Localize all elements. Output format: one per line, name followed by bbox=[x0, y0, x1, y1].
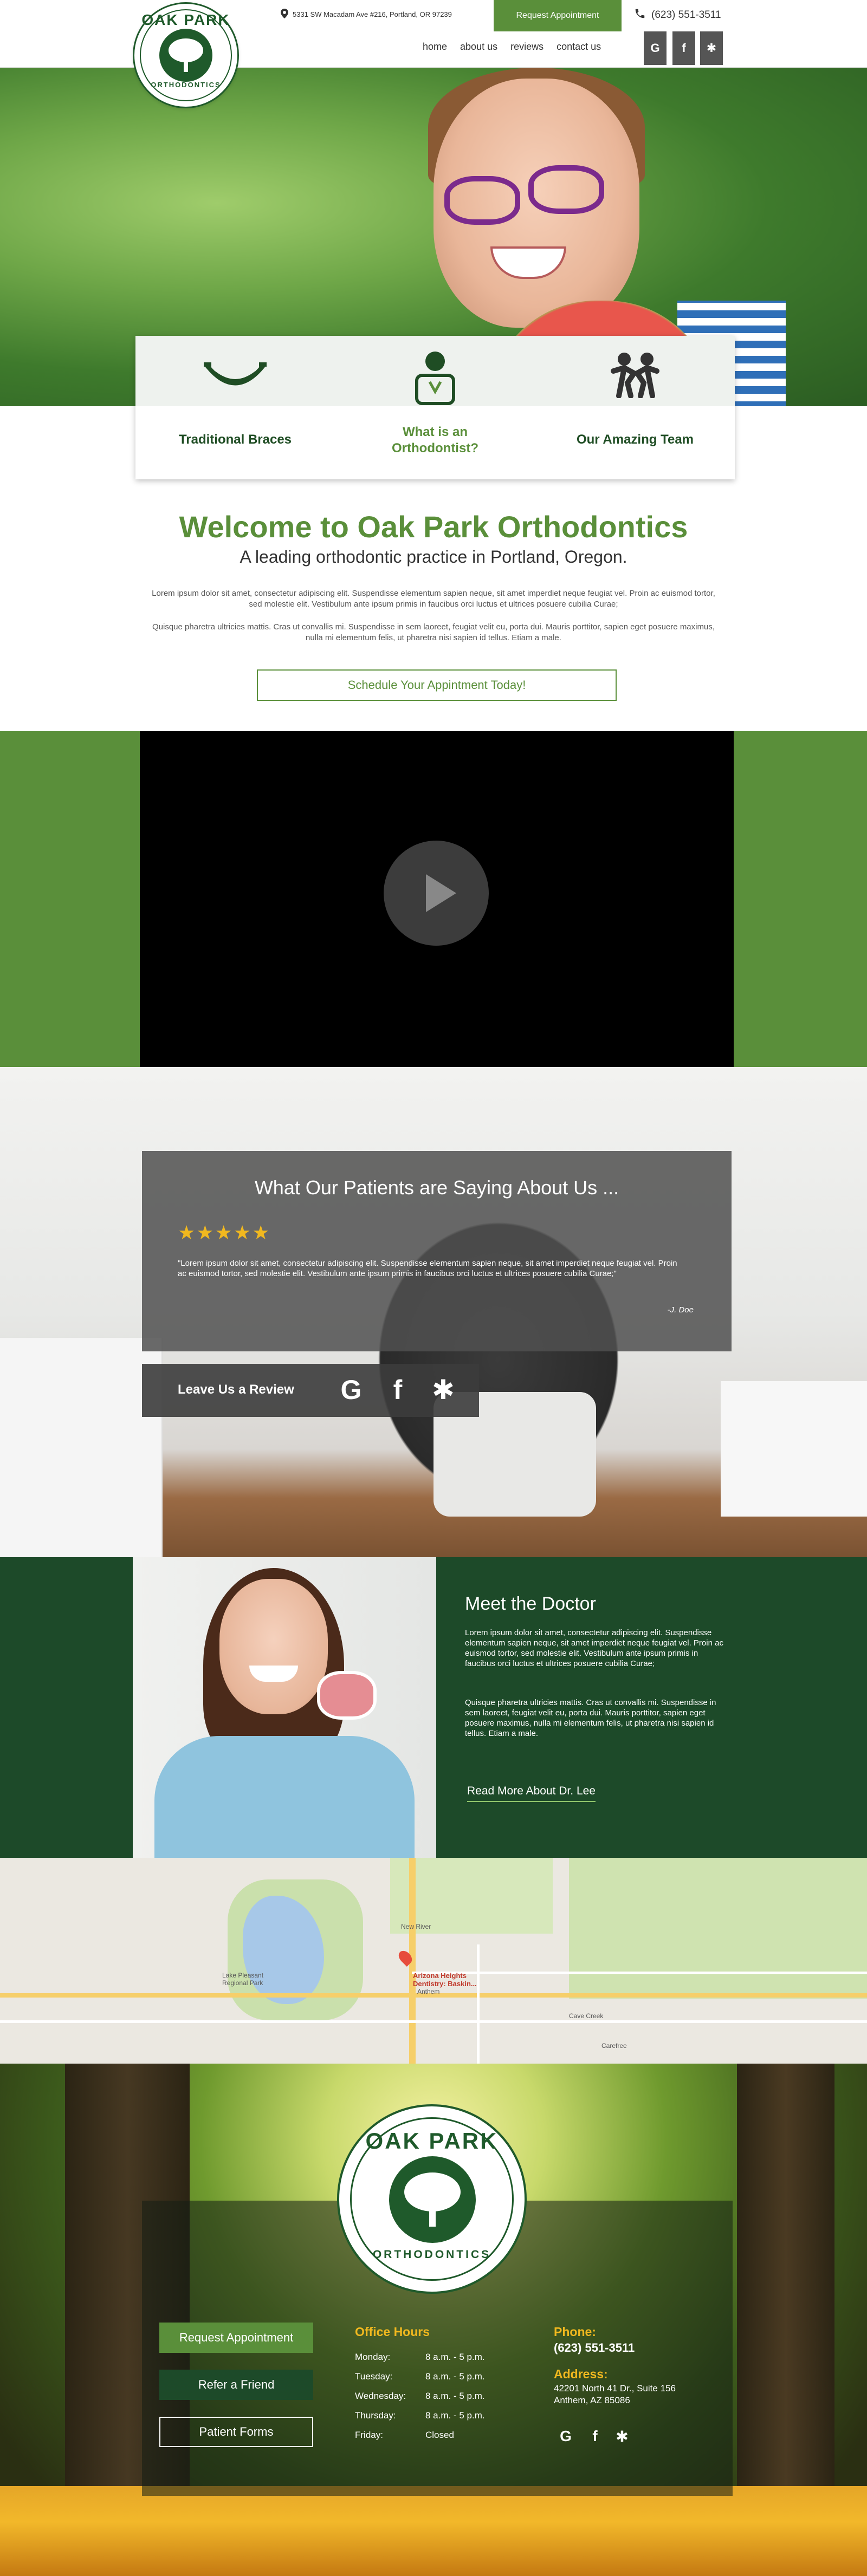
footer-logo-text-bottom: ORTHODONTICS bbox=[372, 2248, 491, 2261]
yelp-review-icon[interactable]: ✱ bbox=[427, 1374, 460, 1406]
logo-text-bottom: ORTHODONTICS bbox=[151, 81, 221, 89]
welcome-paragraph-2: Quisque pharetra ultricies mattis. Cras … bbox=[152, 622, 715, 642]
map-label-new-river: New River bbox=[401, 1923, 431, 1930]
map-label-carefree: Carefree bbox=[601, 2042, 627, 2050]
google-icon[interactable]: G bbox=[644, 31, 667, 65]
map-label-cave-creek: Cave Creek bbox=[569, 2012, 604, 2020]
hours-time: 8 a.m. - 5 p.m. bbox=[425, 2410, 485, 2421]
main-nav: home about us reviews contact us bbox=[423, 41, 601, 53]
welcome-subtitle: A leading orthodontic practice in Portla… bbox=[240, 547, 627, 567]
hours-time: 8 a.m. - 5 p.m. bbox=[425, 2371, 485, 2382]
nav-home[interactable]: home bbox=[423, 41, 447, 53]
site-logo[interactable]: OAK PARK ORTHODONTICS bbox=[133, 2, 239, 108]
star-rating: ★★★★★ bbox=[178, 1221, 271, 1244]
play-icon[interactable] bbox=[384, 841, 489, 946]
hours-day: Wednesday: bbox=[355, 2391, 406, 2401]
hours-day: Monday: bbox=[355, 2352, 391, 2362]
team-icon bbox=[603, 349, 668, 399]
map-pin-icon bbox=[281, 9, 288, 20]
smile-icon bbox=[203, 349, 268, 398]
refer-friend-button[interactable]: Refer a Friend bbox=[159, 2370, 313, 2400]
facebook-icon[interactable]: f bbox=[672, 31, 695, 65]
footer-google-icon[interactable]: G bbox=[556, 2427, 575, 2446]
patient-forms-button[interactable]: Patient Forms bbox=[159, 2417, 313, 2447]
facebook-review-icon[interactable]: f bbox=[381, 1374, 414, 1406]
hours-time: Closed bbox=[425, 2430, 454, 2440]
footer-phone[interactable]: (623) 551-3511 bbox=[554, 2341, 635, 2355]
orthodontist-icon bbox=[403, 349, 468, 405]
footer-yelp-icon[interactable]: ✱ bbox=[612, 2427, 632, 2446]
testimonial-author: -J. Doe bbox=[667, 1305, 694, 1315]
phone-icon bbox=[634, 8, 646, 23]
oak-tree-icon bbox=[389, 2156, 476, 2243]
map-place-label: Arizona Heights Dentistry: Baskin... bbox=[413, 1972, 477, 1988]
feature-what-is-orthodontist[interactable]: What is an Orthodontist? bbox=[335, 336, 535, 479]
welcome-title: Welcome to Oak Park Orthodontics bbox=[179, 510, 688, 544]
map-label-lake: Lake Pleasant Regional Park bbox=[222, 1972, 264, 1987]
logo-text-top: OAK PARK bbox=[141, 11, 230, 28]
feature-label: Our Amazing Team bbox=[576, 432, 694, 447]
feature-cards: Traditional Braces What is an Orthodonti… bbox=[135, 336, 735, 479]
footer-address-line-1: 42201 North 41 Dr., Suite 156 bbox=[554, 2383, 676, 2393]
footer-logo: OAK PARK ORTHODONTICS bbox=[337, 2104, 527, 2294]
yelp-icon[interactable]: ✱ bbox=[700, 31, 723, 65]
hours-day: Friday: bbox=[355, 2430, 383, 2440]
hours-day: Thursday: bbox=[355, 2410, 396, 2421]
phone-title: Phone: bbox=[554, 2325, 596, 2339]
google-review-icon[interactable]: G bbox=[335, 1374, 367, 1406]
header-address: 5331 SW Macadam Ave #216, Portland, OR 9… bbox=[293, 10, 452, 18]
doctor-photo bbox=[133, 1557, 436, 1858]
read-more-doctor-link[interactable]: Read More About Dr. Lee bbox=[467, 1785, 596, 1802]
nav-about-us[interactable]: about us bbox=[460, 41, 497, 53]
oak-tree-icon bbox=[159, 29, 212, 82]
footer-request-appointment-button[interactable]: Request Appointment bbox=[159, 2323, 313, 2353]
address-bar: 5331 SW Macadam Ave #216, Portland, OR 9… bbox=[281, 9, 452, 20]
schedule-appointment-button[interactable]: Schedule Your Appintment Today! bbox=[257, 669, 617, 701]
welcome-paragraph-1: Lorem ipsum dolor sit amet, consectetur … bbox=[152, 589, 715, 609]
nav-reviews[interactable]: reviews bbox=[510, 41, 544, 53]
footer-facebook-icon[interactable]: f bbox=[585, 2427, 605, 2446]
feature-label: What is an Orthodontist? bbox=[392, 425, 478, 456]
doctor-paragraph-2: Quisque pharetra ultricies mattis. Cras … bbox=[465, 1698, 716, 1738]
feature-traditional-braces[interactable]: Traditional Braces bbox=[135, 336, 335, 479]
feature-label: Traditional Braces bbox=[178, 432, 292, 447]
leave-review-label: Leave Us a Review bbox=[178, 1382, 294, 1397]
site-header: 5331 SW Macadam Ave #216, Portland, OR 9… bbox=[0, 0, 867, 68]
hours-day: Tuesday: bbox=[355, 2371, 393, 2382]
testimonial-quote: "Lorem ipsum dolor sit amet, consectetur… bbox=[178, 1259, 677, 1278]
hours-time: 8 a.m. - 5 p.m. bbox=[425, 2391, 485, 2401]
feature-our-amazing-team[interactable]: Our Amazing Team bbox=[535, 336, 735, 479]
doctor-paragraph-1: Lorem ipsum dolor sit amet, consectetur … bbox=[465, 1628, 723, 1668]
nav-contact-us[interactable]: contact us bbox=[557, 41, 601, 53]
footer-logo-text-top: OAK PARK bbox=[365, 2128, 499, 2154]
hours-time: 8 a.m. - 5 p.m. bbox=[425, 2352, 485, 2362]
footer-address-line-2: Anthem, AZ 85086 bbox=[554, 2395, 630, 2405]
office-hours-title: Office Hours bbox=[355, 2325, 430, 2339]
address-title: Address: bbox=[554, 2367, 608, 2381]
map-label-anthem: Anthem bbox=[417, 1988, 440, 1995]
header-phone-number: (623) 551-3511 bbox=[651, 9, 721, 21]
doctor-title: Meet the Doctor bbox=[465, 1593, 596, 1614]
header-phone[interactable]: (623) 551-3511 bbox=[634, 8, 721, 23]
location-map[interactable]: New River Lake Pleasant Regional Park Ca… bbox=[0, 1858, 867, 2064]
testimonial-title: What Our Patients are Saying About Us ..… bbox=[254, 1176, 619, 1199]
request-appointment-button[interactable]: Request Appointment bbox=[494, 0, 622, 31]
